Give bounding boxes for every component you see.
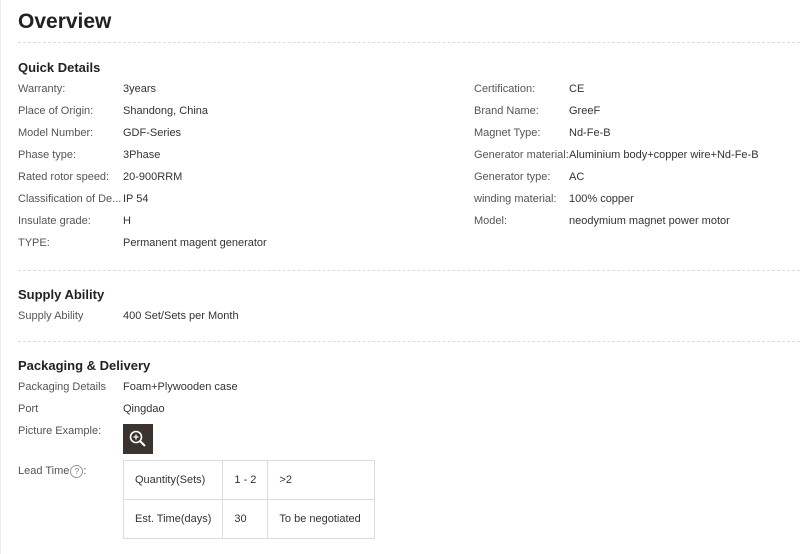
- detail-value: GreeF: [569, 105, 601, 117]
- table-cell: Quantity(Sets): [122, 460, 224, 500]
- detail-value: AC: [569, 171, 585, 183]
- detail-row: Model: neodymium magnet power motor: [474, 210, 759, 232]
- port-label: Port: [18, 403, 39, 415]
- lead-time-table: Quantity(Sets) 1 - 2 >2 Est. Time(days) …: [122, 460, 376, 539]
- detail-row: Magnet Type: Nd-Fe-B: [474, 122, 759, 144]
- detail-label: Rated rotor speed:: [18, 171, 110, 183]
- quick-details-left: Warranty: 3years Place of Origin: Shandong,…: [18, 78, 474, 254]
- detail-label: TYPE:: [18, 237, 50, 249]
- table-cell: 1 - 2: [222, 460, 269, 500]
- table-cell: 30: [222, 499, 269, 539]
- table-cell: Est. Time(days): [122, 499, 224, 539]
- lead-time-label: Lead Time?:: [18, 460, 123, 539]
- detail-value: 20-900RRM: [123, 171, 183, 183]
- packaging-details-row: Packaging Details Foam+Plywooden case: [18, 376, 800, 398]
- detail-label: Magnet Type:: [474, 127, 541, 139]
- detail-row: Rated rotor speed: 20-900RRM: [18, 166, 474, 188]
- detail-label: Place of Origin:: [18, 105, 94, 117]
- supply-ability-value: 400 Set/Sets per Month: [123, 310, 239, 322]
- detail-row: Generator material: Aluminium body+copper…: [474, 144, 759, 166]
- detail-label: Generator material:: [474, 149, 569, 161]
- detail-row: Generator type: AC: [474, 166, 759, 188]
- detail-row: Place of Origin: Shandong, China: [18, 100, 474, 122]
- supply-ability-label: Supply Ability: [18, 310, 84, 322]
- port-row: Port Qingdao: [18, 398, 800, 420]
- packaging-section: Packaging & Delivery Packaging Details F…: [18, 342, 800, 539]
- product-overview: Overview Quick Details Warranty: 3years Pl…: [0, 0, 800, 554]
- detail-value: Nd-Fe-B: [569, 127, 611, 139]
- detail-row: TYPE: Permanent magent generator: [18, 232, 474, 254]
- quick-details-right: Certification: CE Brand Name: GreeF Magnet T…: [474, 78, 759, 254]
- section-title-supply-ability: Supply Ability: [18, 287, 105, 302]
- supply-ability-row: Supply Ability 400 Set/Sets per Month: [18, 305, 800, 327]
- detail-value: CE: [569, 83, 585, 95]
- detail-value: neodymium magnet power motor: [569, 215, 730, 227]
- detail-value: Permanent magent generator: [123, 237, 267, 249]
- detail-label: Model:: [474, 215, 508, 227]
- detail-row: Certification: CE: [474, 78, 759, 100]
- detail-value: 3years: [123, 83, 157, 95]
- detail-row: winding material: 100% copper: [474, 188, 759, 210]
- detail-value: IP 54: [123, 193, 149, 205]
- detail-label: Insulate grade:: [18, 215, 91, 227]
- table-row: Est. Time(days) 30 To be negotiated: [122, 499, 376, 539]
- help-icon[interactable]: ?: [70, 464, 84, 478]
- packaging-details-label: Packaging Details: [18, 381, 107, 393]
- table-cell: >2: [267, 460, 376, 500]
- quick-details-columns: Warranty: 3years Place of Origin: Shandong,…: [18, 78, 800, 254]
- port-value: Qingdao: [123, 403, 165, 415]
- lead-time-colon: :: [83, 465, 87, 477]
- detail-value: Shandong, China: [123, 105, 209, 117]
- detail-row: Warranty: 3years: [18, 78, 474, 100]
- detail-label: Brand Name:: [474, 105, 539, 117]
- picture-example-label: Picture Example:: [18, 425, 102, 437]
- section-title-quick-details: Quick Details: [18, 60, 101, 75]
- lead-time-row: Lead Time?: Quantity(Sets) 1 - 2 >2 Est.…: [18, 460, 800, 539]
- detail-value: H: [123, 215, 131, 227]
- detail-row: Model Number: GDF-Series: [18, 122, 474, 144]
- detail-value: 100% copper: [569, 193, 634, 205]
- lead-time-text: Lead Time: [18, 465, 70, 477]
- detail-label: Classification of De...: [18, 193, 122, 205]
- detail-value: GDF-Series: [123, 127, 182, 139]
- detail-value: Aluminium body+copper wire+Nd-Fe-B: [569, 149, 759, 161]
- supply-ability-section: Supply Ability Supply Ability 400 Set/Se…: [18, 271, 800, 327]
- table-cell: To be negotiated: [267, 499, 376, 539]
- zoom-icon: [129, 430, 146, 447]
- detail-label: Generator type:: [474, 171, 551, 183]
- detail-row: Brand Name: GreeF: [474, 100, 759, 122]
- detail-label: winding material:: [474, 193, 557, 205]
- detail-row: Phase type: 3Phase: [18, 144, 474, 166]
- section-title-packaging: Packaging & Delivery: [18, 358, 151, 373]
- detail-value: 3Phase: [123, 149, 161, 161]
- detail-row: Insulate grade: H: [18, 210, 474, 232]
- quick-details-section: Quick Details Warranty: 3years Place of Or…: [18, 43, 800, 254]
- picture-example-thumbnail[interactable]: [123, 424, 153, 454]
- packaging-details-value: Foam+Plywooden case: [123, 381, 238, 393]
- detail-label: Phase type:: [18, 149, 77, 161]
- detail-label: Certification:: [474, 83, 536, 95]
- detail-row: Classification of De... IP 54: [18, 188, 474, 210]
- detail-label: Warranty:: [18, 83, 66, 95]
- table-row: Quantity(Sets) 1 - 2 >2: [122, 460, 376, 500]
- picture-example-row: Picture Example:: [18, 420, 800, 458]
- detail-label: Model Number:: [18, 127, 94, 139]
- page-title: Overview: [18, 10, 112, 33]
